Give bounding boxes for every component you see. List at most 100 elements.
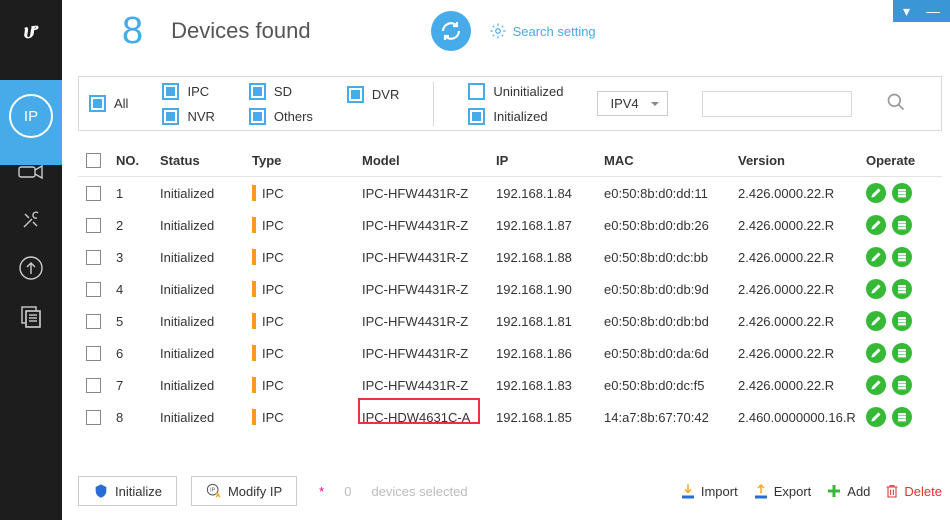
selected-count: 0 [344,484,351,499]
table-row[interactable]: 3InitializedIPCIPC-HFW4431R-Z192.168.1.8… [78,241,942,273]
edit-button[interactable] [866,279,886,299]
cell-operate [866,375,942,395]
device-table: NO. Status Type Model IP MAC Version Ope… [78,145,942,433]
col-operate: Operate [866,153,942,168]
export-label: Export [774,484,812,499]
row-checkbox[interactable] [86,282,101,297]
search-button[interactable] [886,92,910,116]
cell-ip: 192.168.1.87 [496,218,604,233]
modify-ip-button[interactable]: IP Modify IP [191,476,297,506]
list-icon [896,219,908,231]
delete-button[interactable]: Delete [884,482,942,500]
cell-type: IPC [252,345,362,361]
table-row[interactable]: 4InitializedIPCIPC-HFW4431R-Z192.168.1.9… [78,273,942,305]
col-model: Model [362,153,496,168]
checkbox-all[interactable] [89,95,106,112]
detail-button[interactable] [892,279,912,299]
cell-operate [866,407,942,427]
row-checkbox[interactable] [86,314,101,329]
table-row[interactable]: 2InitializedIPCIPC-HFW4431R-Z192.168.1.8… [78,209,942,241]
checkbox-dvr[interactable] [347,86,364,103]
row-checkbox[interactable] [86,218,101,233]
cell-no: 1 [116,186,160,201]
detail-button[interactable] [892,215,912,235]
list-icon [896,251,908,263]
detail-button[interactable] [892,311,912,331]
sidebar-tools-icon[interactable] [15,206,47,234]
checkbox-others[interactable] [249,108,266,125]
row-checkbox[interactable] [86,186,101,201]
edit-button[interactable] [866,247,886,267]
detail-button[interactable] [892,247,912,267]
checkbox-ipc[interactable] [162,83,179,100]
cell-operate [866,343,942,363]
sidebar-ip-icon[interactable]: IP [9,94,53,138]
delete-label: Delete [904,484,942,499]
cell-status: Initialized [160,378,252,393]
checkbox-uninitialized[interactable] [468,83,485,100]
type-bar-icon [252,345,256,361]
table-row[interactable]: 5InitializedIPCIPC-HFW4431R-Z192.168.1.8… [78,305,942,337]
list-icon [896,187,908,199]
search-setting-link[interactable]: Search setting [489,22,596,40]
detail-button[interactable] [892,183,912,203]
row-checkbox[interactable] [86,378,101,393]
type-bar-icon [252,281,256,297]
table-row[interactable]: 1InitializedIPCIPC-HFW4431R-Z192.168.1.8… [78,177,942,209]
cell-model: IPC-HFW4431R-Z [362,378,496,393]
topbar: 8 Devices found Search setting [62,0,950,62]
edit-button[interactable] [866,215,886,235]
detail-button[interactable] [892,343,912,363]
sidebar-camera-icon[interactable] [15,158,47,186]
row-checkbox[interactable] [86,410,101,425]
cell-type: IPC [252,281,362,297]
cell-ip: 192.168.1.88 [496,250,604,265]
cell-model: IPC-HFW4431R-Z [362,314,496,329]
row-checkbox[interactable] [86,250,101,265]
cell-no: 8 [116,410,160,425]
table-row[interactable]: 6InitializedIPCIPC-HFW4431R-Z192.168.1.8… [78,337,942,369]
filter-others-label: Others [274,109,313,124]
edit-button[interactable] [866,183,886,203]
list-icon [896,379,908,391]
export-icon [752,482,770,500]
import-button[interactable]: Import [679,482,738,500]
export-button[interactable]: Export [752,482,812,500]
add-button[interactable]: Add [825,482,870,500]
cell-ip: 192.168.1.86 [496,346,604,361]
detail-button[interactable] [892,407,912,427]
edit-button[interactable] [866,375,886,395]
checkbox-sd[interactable] [249,83,266,100]
ip-version-select[interactable]: IPV4 [597,91,667,116]
cell-model: IPC-HFW4431R-Z [362,346,496,361]
edit-button[interactable] [866,407,886,427]
cell-mac: e0:50:8b:d0:da:6d [604,346,738,361]
sidebar-docs-icon[interactable] [15,302,47,330]
cell-ip: 192.168.1.84 [496,186,604,201]
detail-button[interactable] [892,375,912,395]
pencil-icon [870,315,882,327]
initialize-button[interactable]: Initialize [78,476,177,506]
table-row[interactable]: 8InitializedIPCIPC-HDW4631C-A192.168.1.8… [78,401,942,433]
ip-version-value: IPV4 [610,96,638,111]
sidebar-upload-icon[interactable] [15,254,47,282]
cell-operate [866,183,942,203]
checkbox-select-all[interactable] [86,153,101,168]
filter-initialized-label: Initialized [493,109,547,124]
search-input[interactable] [702,91,852,117]
cell-no: 4 [116,282,160,297]
refresh-button[interactable] [431,11,471,51]
cell-operate [866,279,942,299]
cell-type: IPC [252,249,362,265]
pencil-icon [870,283,882,295]
trash-icon [884,482,900,500]
table-header: NO. Status Type Model IP MAC Version Ope… [78,145,942,177]
table-row[interactable]: 7InitializedIPCIPC-HFW4431R-Z192.168.1.8… [78,369,942,401]
edit-button[interactable] [866,311,886,331]
devices-found-label: Devices found [171,18,310,44]
row-checkbox[interactable] [86,346,101,361]
edit-button[interactable] [866,343,886,363]
checkbox-nvr[interactable] [162,108,179,125]
checkbox-initialized[interactable] [468,108,485,125]
cell-version: 2.426.0000.22.R [738,282,866,297]
